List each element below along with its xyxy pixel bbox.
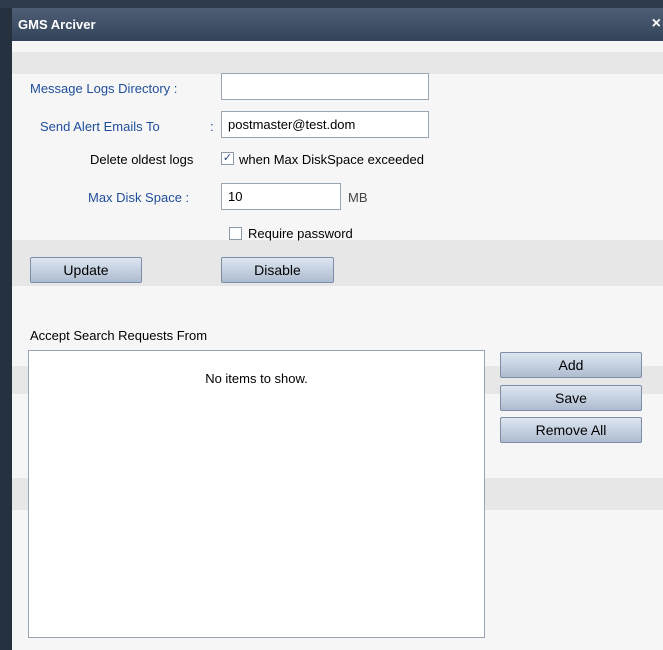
checkmark-icon: ✓ [222,152,233,164]
require-password-checkbox[interactable] [229,227,242,240]
search-sources-list[interactable]: No items to show. [28,350,485,638]
max-disk-space-input[interactable] [221,183,341,210]
background-band [12,52,663,74]
message-logs-directory-label: Message Logs Directory : [30,81,178,96]
max-disk-space-label: Max Disk Space : [88,190,190,205]
add-button[interactable]: Add [500,352,642,378]
accept-search-heading: Accept Search Requests From [30,328,208,343]
send-alert-emails-label: Send Alert Emails To [40,119,160,134]
title-bar[interactable]: GMS Arciver × [12,8,663,41]
update-button[interactable]: Update [30,257,142,283]
archiver-window: GMS Arciver × Message Logs Directory : S… [0,0,663,650]
max-disk-space-unit: MB [348,190,368,205]
window-title: GMS Arciver [18,17,96,32]
remove-all-button[interactable]: Remove All [500,417,642,443]
disable-button[interactable]: Disable [221,257,334,283]
window-left-edge [0,8,12,650]
window-top-strip [0,0,663,8]
send-alert-colon: : [210,119,214,134]
require-password-label: Require password [248,226,353,241]
delete-oldest-suffix-label: when Max DiskSpace exceeded [239,152,424,167]
save-button[interactable]: Save [500,385,642,411]
close-icon[interactable]: × [652,15,661,33]
message-logs-directory-input[interactable] [221,73,429,100]
delete-oldest-logs-label: Delete oldest logs [90,152,194,167]
delete-oldest-logs-checkbox[interactable]: ✓ [221,152,234,165]
send-alert-emails-input[interactable] [221,111,429,138]
empty-list-message: No items to show. [205,371,308,386]
